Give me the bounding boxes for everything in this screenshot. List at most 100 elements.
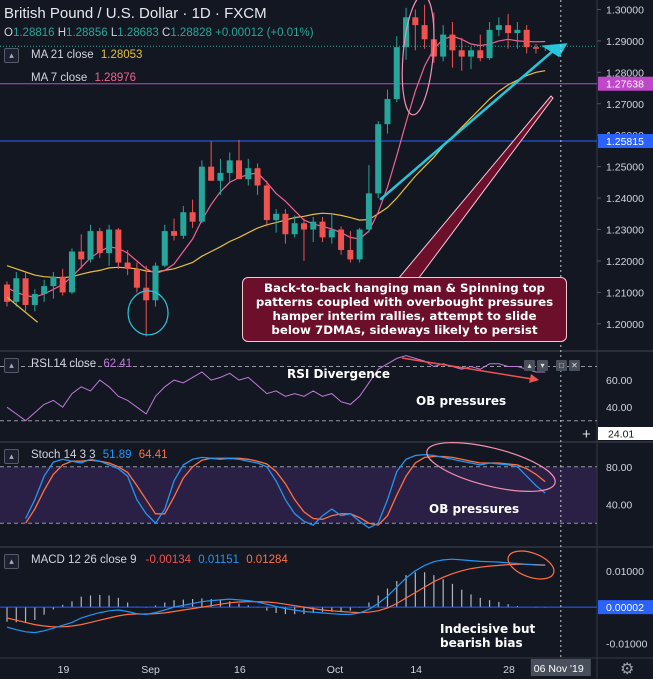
macd-tick-label: -0.01000: [606, 638, 648, 650]
ma7-value: 1.28976: [94, 72, 137, 84]
candle-body: [59, 276, 66, 293]
ma21-value: 1.28053: [100, 49, 143, 61]
rsi-tick-label: 60.00: [606, 375, 632, 387]
candle-body: [300, 223, 307, 230]
rsi-divergence-note: RSI Divergence: [287, 367, 391, 381]
chart-title: British Pound / U.S. Dollar · 1D · FXCM: [4, 5, 267, 22]
chevron-up-icon[interactable]: ▴: [4, 358, 19, 373]
chevron-down-icon[interactable]: ▾: [537, 360, 548, 371]
price-tick-label: 1.23000: [606, 225, 644, 237]
chart-stage[interactable]: 1.20000 1.21000 1.22000 1.23000 1.24000 1.250…: [0, 0, 653, 679]
macd-value: -0.00134: [145, 554, 192, 566]
chevron-up-icon[interactable]: ▴: [4, 554, 19, 569]
candle-body: [282, 213, 289, 235]
chevron-up-icon[interactable]: ▴: [524, 360, 535, 371]
candle-body: [22, 278, 29, 305]
candle-body: [338, 229, 345, 250]
macd-last-label: 0.00002: [606, 602, 644, 614]
macd-legend[interactable]: MACD 12 26 close 9 -0.00134 0.01151 0.01…: [31, 554, 288, 566]
candle-body: [458, 50, 465, 57]
rsi-legend[interactable]: RSI 14 close 62.41: [31, 358, 132, 370]
candle-body: [486, 29, 493, 59]
candle-body: [514, 29, 521, 34]
price-label: 1.25815: [606, 136, 644, 148]
candle-body: [523, 29, 530, 48]
candle-body: [421, 25, 428, 40]
ohlc-readout: O1.28816 H1.28856 L1.28683 C1.28828 +0.0…: [4, 27, 314, 39]
candle-body: [189, 212, 196, 222]
candle-body: [180, 212, 187, 236]
stoch-legend[interactable]: Stoch 14 3 3 51.89 64.41: [31, 449, 168, 461]
candle-body: [347, 249, 354, 260]
candle-body: [50, 276, 57, 287]
candle-body: [319, 221, 326, 238]
candle-body: [87, 231, 94, 260]
price-tick-label: 1.20000: [606, 319, 644, 331]
candle-body: [78, 251, 85, 260]
candle-body: [365, 193, 372, 230]
rsi-value: 62.41: [103, 358, 133, 370]
candle-body: [13, 278, 20, 302]
stoch-label: Stoch 14 3 3: [31, 449, 96, 461]
stoch-k-value: 51.89: [102, 449, 132, 461]
candle-body: [41, 286, 48, 294]
plus-icon: +: [582, 426, 591, 443]
signal-value: 0.01151: [198, 554, 239, 566]
macd-note-line2: bearish bias: [440, 636, 523, 650]
candle-body: [263, 185, 270, 221]
annotation-line: patterns coupled with overbought pressur…: [255, 295, 554, 309]
stoch-tick-label: 80.00: [606, 462, 632, 474]
macd-tick-label: 0.01000: [606, 566, 644, 578]
chevron-up-icon[interactable]: ▴: [4, 449, 19, 464]
candle-body: [198, 166, 205, 222]
candle-body: [440, 34, 447, 57]
candle-body: [133, 268, 140, 288]
time-tick-label: 16: [234, 664, 246, 676]
price-tick-label: 1.21000: [606, 287, 644, 299]
price-tick-label: 1.25000: [606, 162, 644, 174]
candle-body: [532, 47, 539, 49]
candle-body: [477, 50, 484, 59]
ma21-label: MA 21 close: [31, 49, 94, 61]
close-icon[interactable]: ✕: [569, 360, 580, 371]
open-label: O: [4, 27, 13, 39]
rsi-tick-label: 40.00: [606, 402, 632, 414]
analysis-annotation: Back-to-back hanging man & Spinning top …: [242, 277, 567, 342]
stoch-tick-label: 40.00: [606, 499, 632, 511]
gear-icon[interactable]: ⚙: [620, 659, 634, 679]
cursor-date-label: 06 Nov '19: [534, 663, 584, 675]
rsi-ob-note: OB pressures: [416, 394, 507, 408]
annotation-line: hamper interim rallies, attempt to slide: [272, 309, 537, 323]
chevron-up-icon[interactable]: ▴: [4, 48, 19, 63]
price-tick-label: 1.24000: [606, 193, 644, 205]
candle-body: [208, 166, 215, 181]
candle-body: [254, 168, 261, 186]
candle-body: [217, 172, 224, 181]
time-tick-label: 28: [503, 664, 515, 676]
candle-body: [143, 287, 150, 301]
time-tick-label: 14: [410, 664, 422, 676]
candle-body: [356, 229, 363, 260]
candle-body: [226, 160, 233, 173]
annotation-line: below 7DMAs, sideways likely to persist: [271, 323, 538, 337]
candle-body: [245, 168, 252, 180]
candle-body: [161, 231, 168, 266]
annotation-line: Back-to-back hanging man & Spinning top: [264, 281, 545, 295]
candle-body: [384, 99, 391, 125]
high-label: H: [57, 27, 67, 39]
candle-body: [96, 231, 103, 254]
high-value: 1.28856: [66, 27, 108, 39]
candle-body: [375, 124, 382, 194]
macd-note-line1: Indecisive but: [440, 622, 536, 636]
low-value: 1.28683: [117, 27, 159, 39]
candle-body: [273, 213, 280, 221]
candle-body: [412, 17, 419, 26]
time-tick-label: Sep: [141, 664, 160, 676]
maximize-icon[interactable]: □: [556, 360, 567, 371]
stoch-d-value: 64.41: [138, 449, 168, 461]
candle-body: [495, 25, 502, 30]
ma21-legend[interactable]: MA 21 close 1.28053: [31, 49, 142, 61]
ma7-legend[interactable]: MA 7 close 1.28976: [31, 72, 136, 84]
price-tick-label: 1.29000: [606, 36, 644, 48]
open-value: 1.28816: [12, 27, 55, 39]
